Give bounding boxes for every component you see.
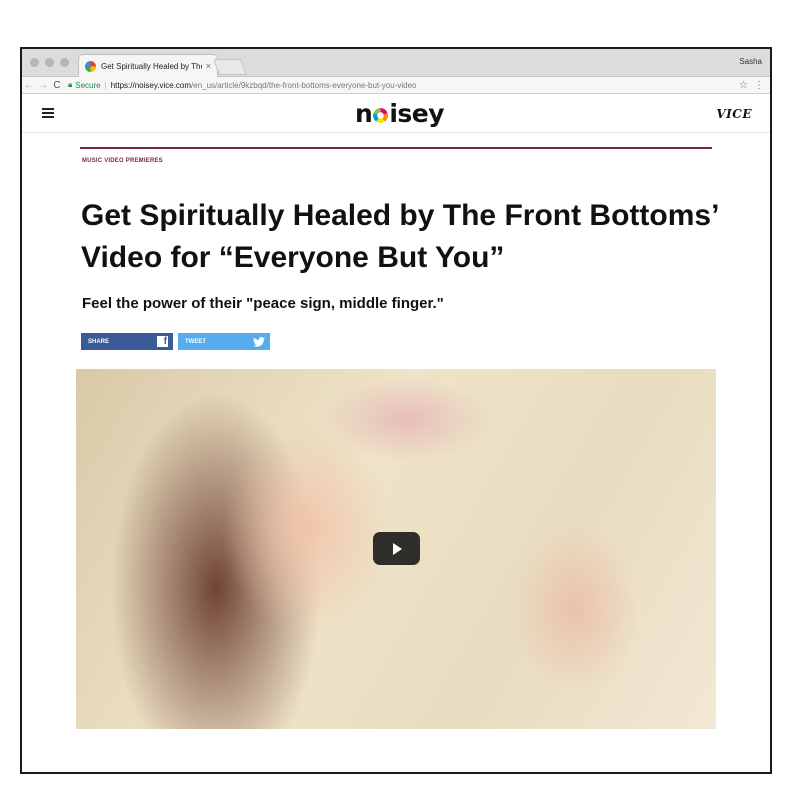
play-button[interactable]	[373, 532, 420, 565]
play-icon	[392, 542, 402, 555]
twitter-share-button[interactable]: TWEET	[178, 333, 270, 350]
new-tab-button[interactable]	[213, 59, 247, 75]
article-kicker[interactable]: MUSIC VIDEO PREMIERES	[82, 158, 163, 164]
logo-text-end: isey	[389, 99, 445, 128]
noisey-logo[interactable]: n isey	[355, 99, 445, 128]
tab-bar: Get Spiritually Healed by The F × Sasha	[22, 49, 770, 77]
profile-name[interactable]: Sasha	[739, 57, 762, 66]
video-player[interactable]	[76, 369, 716, 729]
chrome-favicon-icon	[85, 60, 96, 72]
article-headline: Get Spiritually Healed by The Front Bott…	[81, 199, 718, 274]
browser-tab[interactable]: Get Spiritually Healed by The F ×	[78, 54, 218, 77]
url-path: /en_us/article/9kzbqd/the-front-bottoms-…	[191, 80, 417, 90]
minimize-window-button[interactable]	[45, 58, 54, 67]
tweet-label: TWEET	[185, 338, 206, 345]
share-buttons: SHARE f TWEET	[81, 333, 270, 350]
browser-toolbar: ← → C 🔒︎ Secure | https://noisey.vice.co…	[22, 77, 770, 94]
window-controls	[30, 58, 69, 67]
logo-text-start: n	[355, 99, 373, 128]
tab-close-icon[interactable]: ×	[206, 61, 211, 71]
reload-icon[interactable]: C	[50, 80, 64, 91]
url-separator: |	[104, 80, 107, 90]
twitter-bird-icon	[253, 336, 265, 347]
hamburger-menu-icon[interactable]	[42, 108, 54, 118]
vice-logo[interactable]: VICE	[716, 107, 752, 121]
logo-o-icon	[373, 108, 389, 123]
kicker-divider	[80, 147, 712, 149]
close-window-button[interactable]	[30, 58, 39, 67]
address-bar[interactable]: 🔒︎ Secure | https://noisey.vice.com /en_…	[68, 79, 729, 92]
facebook-icon: f	[157, 336, 168, 347]
back-icon[interactable]: ←	[22, 80, 36, 91]
maximize-window-button[interactable]	[60, 58, 69, 67]
url-host: https://noisey.vice.com	[110, 80, 192, 90]
forward-icon[interactable]: →	[36, 80, 50, 91]
bookmark-star-icon[interactable]: ☆	[733, 80, 754, 91]
secure-label: Secure	[75, 80, 101, 90]
lock-icon: 🔒︎	[68, 80, 73, 89]
share-label: SHARE	[88, 338, 110, 345]
site-header: n isey VICE	[22, 95, 770, 133]
browser-menu-icon[interactable]: ⋮	[754, 80, 770, 91]
tab-title: Get Spiritually Healed by The F	[101, 61, 202, 71]
article-dek: Feel the power of their "peace sign, mid…	[82, 295, 444, 312]
facebook-share-button[interactable]: SHARE f	[81, 333, 173, 350]
browser-window: Get Spiritually Healed by The F × Sasha …	[20, 47, 772, 774]
